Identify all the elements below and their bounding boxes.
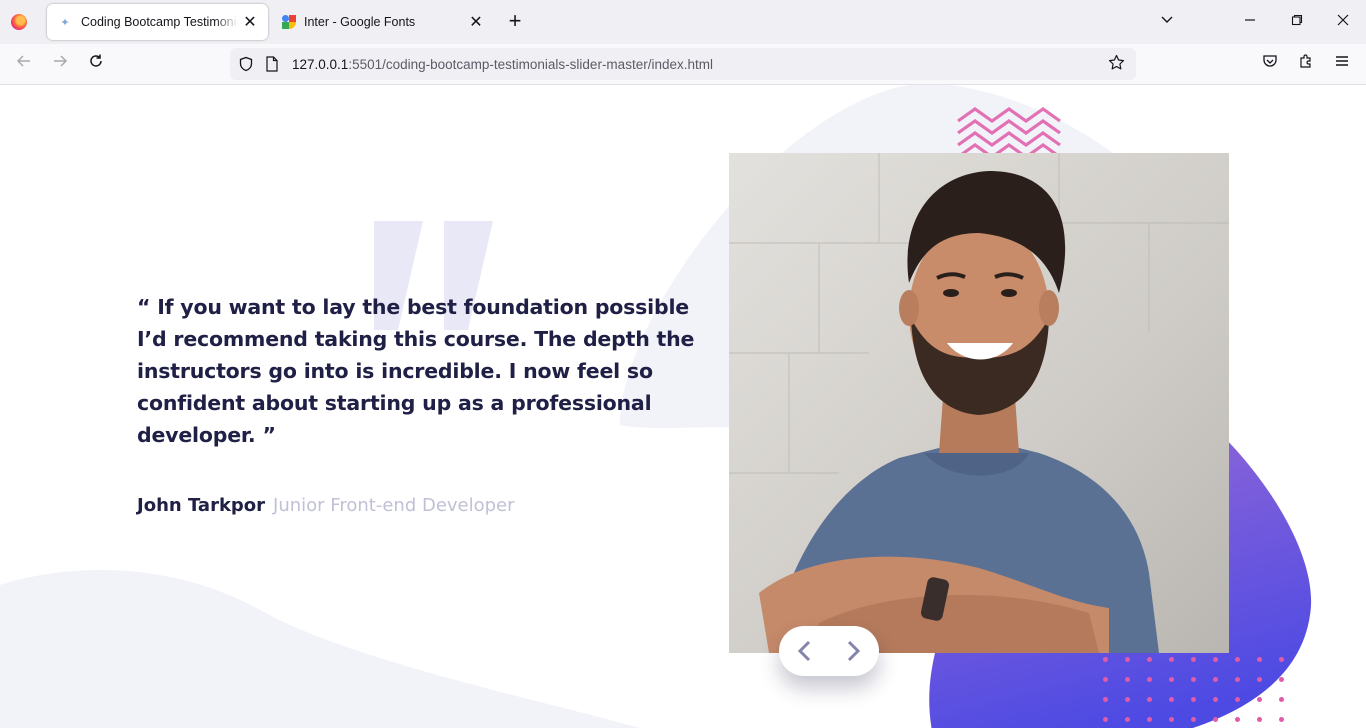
- curve-background-shape: [0, 570, 640, 728]
- page-icon[interactable]: [262, 54, 282, 74]
- slider-controls: [779, 626, 879, 676]
- reload-icon[interactable]: [84, 52, 108, 76]
- close-icon[interactable]: [1331, 10, 1355, 34]
- url-text[interactable]: 127.0.0.1:5501/coding-bootcamp-testimoni…: [292, 57, 713, 72]
- close-tab-icon[interactable]: ✕: [464, 10, 488, 34]
- author-photo: [729, 153, 1229, 653]
- new-tab-button[interactable]: +: [503, 10, 527, 34]
- chevron-right-icon: [847, 640, 861, 662]
- star-icon[interactable]: [1106, 54, 1126, 74]
- minimize-icon[interactable]: [1238, 10, 1262, 34]
- google-fonts-favicon-icon: [282, 15, 296, 29]
- tab-google-fonts[interactable]: Inter - Google Fonts ✕: [272, 4, 494, 40]
- back-icon[interactable]: [12, 52, 36, 76]
- page-content: “ If you want to lay the best foundation…: [0, 85, 1366, 728]
- chevron-left-icon: [797, 640, 811, 662]
- tab-testimonials[interactable]: ✦ Coding Bootcamp Testimonials Slider ✕: [47, 4, 268, 40]
- forward-icon[interactable]: [48, 52, 72, 76]
- navigation-bar: 127.0.0.1:5501/coding-bootcamp-testimoni…: [0, 44, 1366, 85]
- shield-icon[interactable]: [236, 54, 256, 74]
- close-tab-icon[interactable]: ✕: [238, 10, 262, 34]
- testimonial-quote: “ If you want to lay the best foundation…: [137, 295, 695, 447]
- tab-title: Coding Bootcamp Testimonials Slider: [81, 15, 238, 29]
- extensions-icon[interactable]: [1294, 52, 1318, 76]
- firefox-icon[interactable]: [11, 14, 27, 30]
- next-button[interactable]: [829, 626, 879, 676]
- dot-pattern: [1100, 655, 1300, 728]
- tab-title: Inter - Google Fonts: [304, 15, 416, 29]
- tab-list-icon[interactable]: [1155, 10, 1179, 34]
- pocket-icon[interactable]: [1258, 52, 1282, 76]
- restore-icon[interactable]: [1285, 10, 1309, 34]
- tab-bar: ✦ Coding Bootcamp Testimonials Slider ✕ …: [0, 0, 1366, 44]
- author-role: Junior Front-end Developer: [273, 495, 515, 516]
- page-favicon-icon: ✦: [60, 16, 70, 29]
- author-name: John Tarkpor: [137, 495, 266, 516]
- menu-icon[interactable]: [1330, 52, 1354, 76]
- address-bar[interactable]: 127.0.0.1:5501/coding-bootcamp-testimoni…: [230, 48, 1136, 80]
- author-info: John Tarkpor Junior Front-end Developer: [137, 495, 515, 516]
- prev-button[interactable]: [779, 626, 829, 676]
